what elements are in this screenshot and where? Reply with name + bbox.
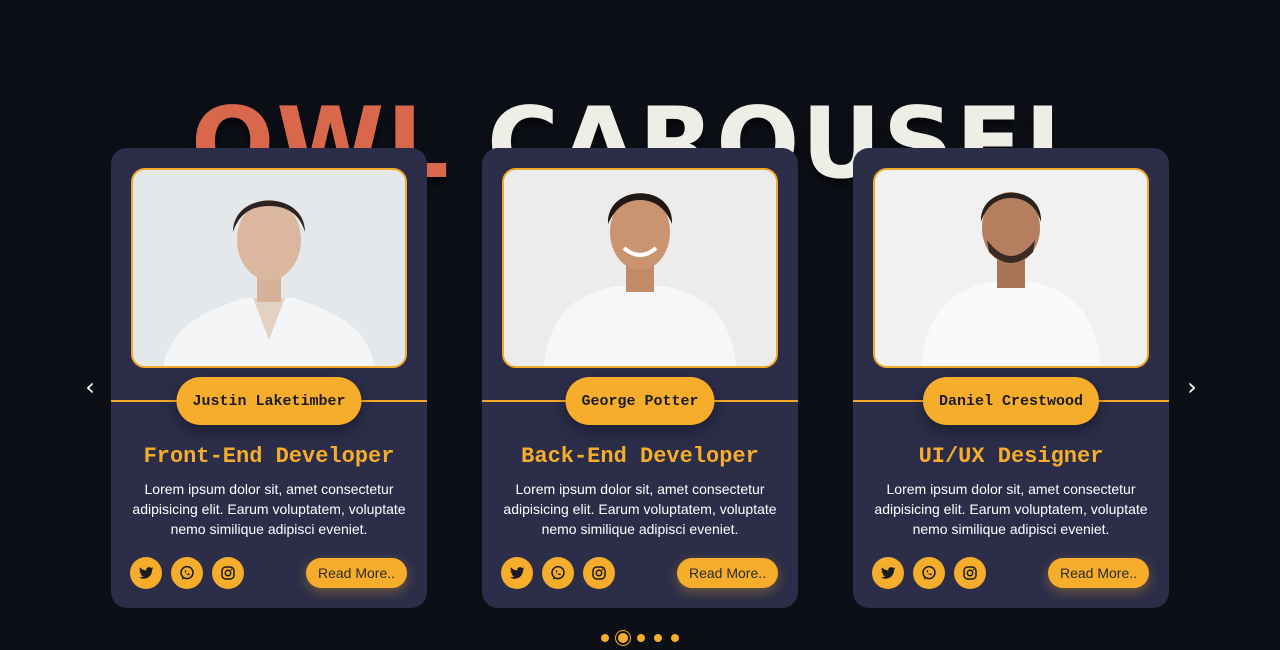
profile-name: Justin Laketimber [176, 377, 362, 425]
profile-description: Lorem ipsum dolor sit, amet consectetur … [132, 481, 406, 537]
prev-arrow-button[interactable]: ‹ [78, 370, 102, 404]
pagination-dot-active[interactable] [618, 633, 628, 643]
profile-photo [131, 168, 407, 368]
whatsapp-icon[interactable] [913, 557, 945, 589]
pagination-dot[interactable] [654, 634, 662, 642]
social-links [501, 557, 615, 589]
profile-name: Daniel Crestwood [922, 377, 1100, 425]
profile-description: Lorem ipsum dolor sit, amet consectetur … [503, 481, 777, 537]
pagination-dot[interactable] [601, 634, 609, 642]
profile-role: UI/UX Designer [918, 444, 1104, 469]
profile-photo [502, 168, 778, 368]
profile-card: Daniel Crestwood UI/UX Designer Lorem ip… [853, 148, 1169, 608]
profile-photo [873, 168, 1149, 368]
social-links [872, 557, 986, 589]
instagram-icon[interactable] [583, 557, 615, 589]
whatsapp-icon[interactable] [542, 557, 574, 589]
instagram-icon[interactable] [212, 557, 244, 589]
profile-role: Front-End Developer [143, 444, 395, 469]
instagram-icon[interactable] [954, 557, 986, 589]
profile-description: Lorem ipsum dolor sit, amet consectetur … [874, 481, 1148, 537]
read-more-button[interactable]: Read More.. [306, 558, 407, 588]
whatsapp-icon[interactable] [171, 557, 203, 589]
profile-card: Justin Laketimber Front-End Developer Lo… [111, 148, 427, 608]
twitter-icon[interactable] [130, 557, 162, 589]
carousel-pagination [0, 633, 1280, 643]
pagination-dot[interactable] [671, 634, 679, 642]
profile-role: Back-End Developer [521, 444, 759, 469]
twitter-icon[interactable] [501, 557, 533, 589]
social-links [130, 557, 244, 589]
profile-name: George Potter [565, 377, 715, 425]
pagination-dot[interactable] [637, 634, 645, 642]
twitter-icon[interactable] [872, 557, 904, 589]
profile-card: George Potter Back-End Developer Lorem i… [482, 148, 798, 608]
next-arrow-button[interactable]: › [1180, 370, 1204, 404]
read-more-button[interactable]: Read More.. [677, 558, 778, 588]
read-more-button[interactable]: Read More.. [1048, 558, 1149, 588]
